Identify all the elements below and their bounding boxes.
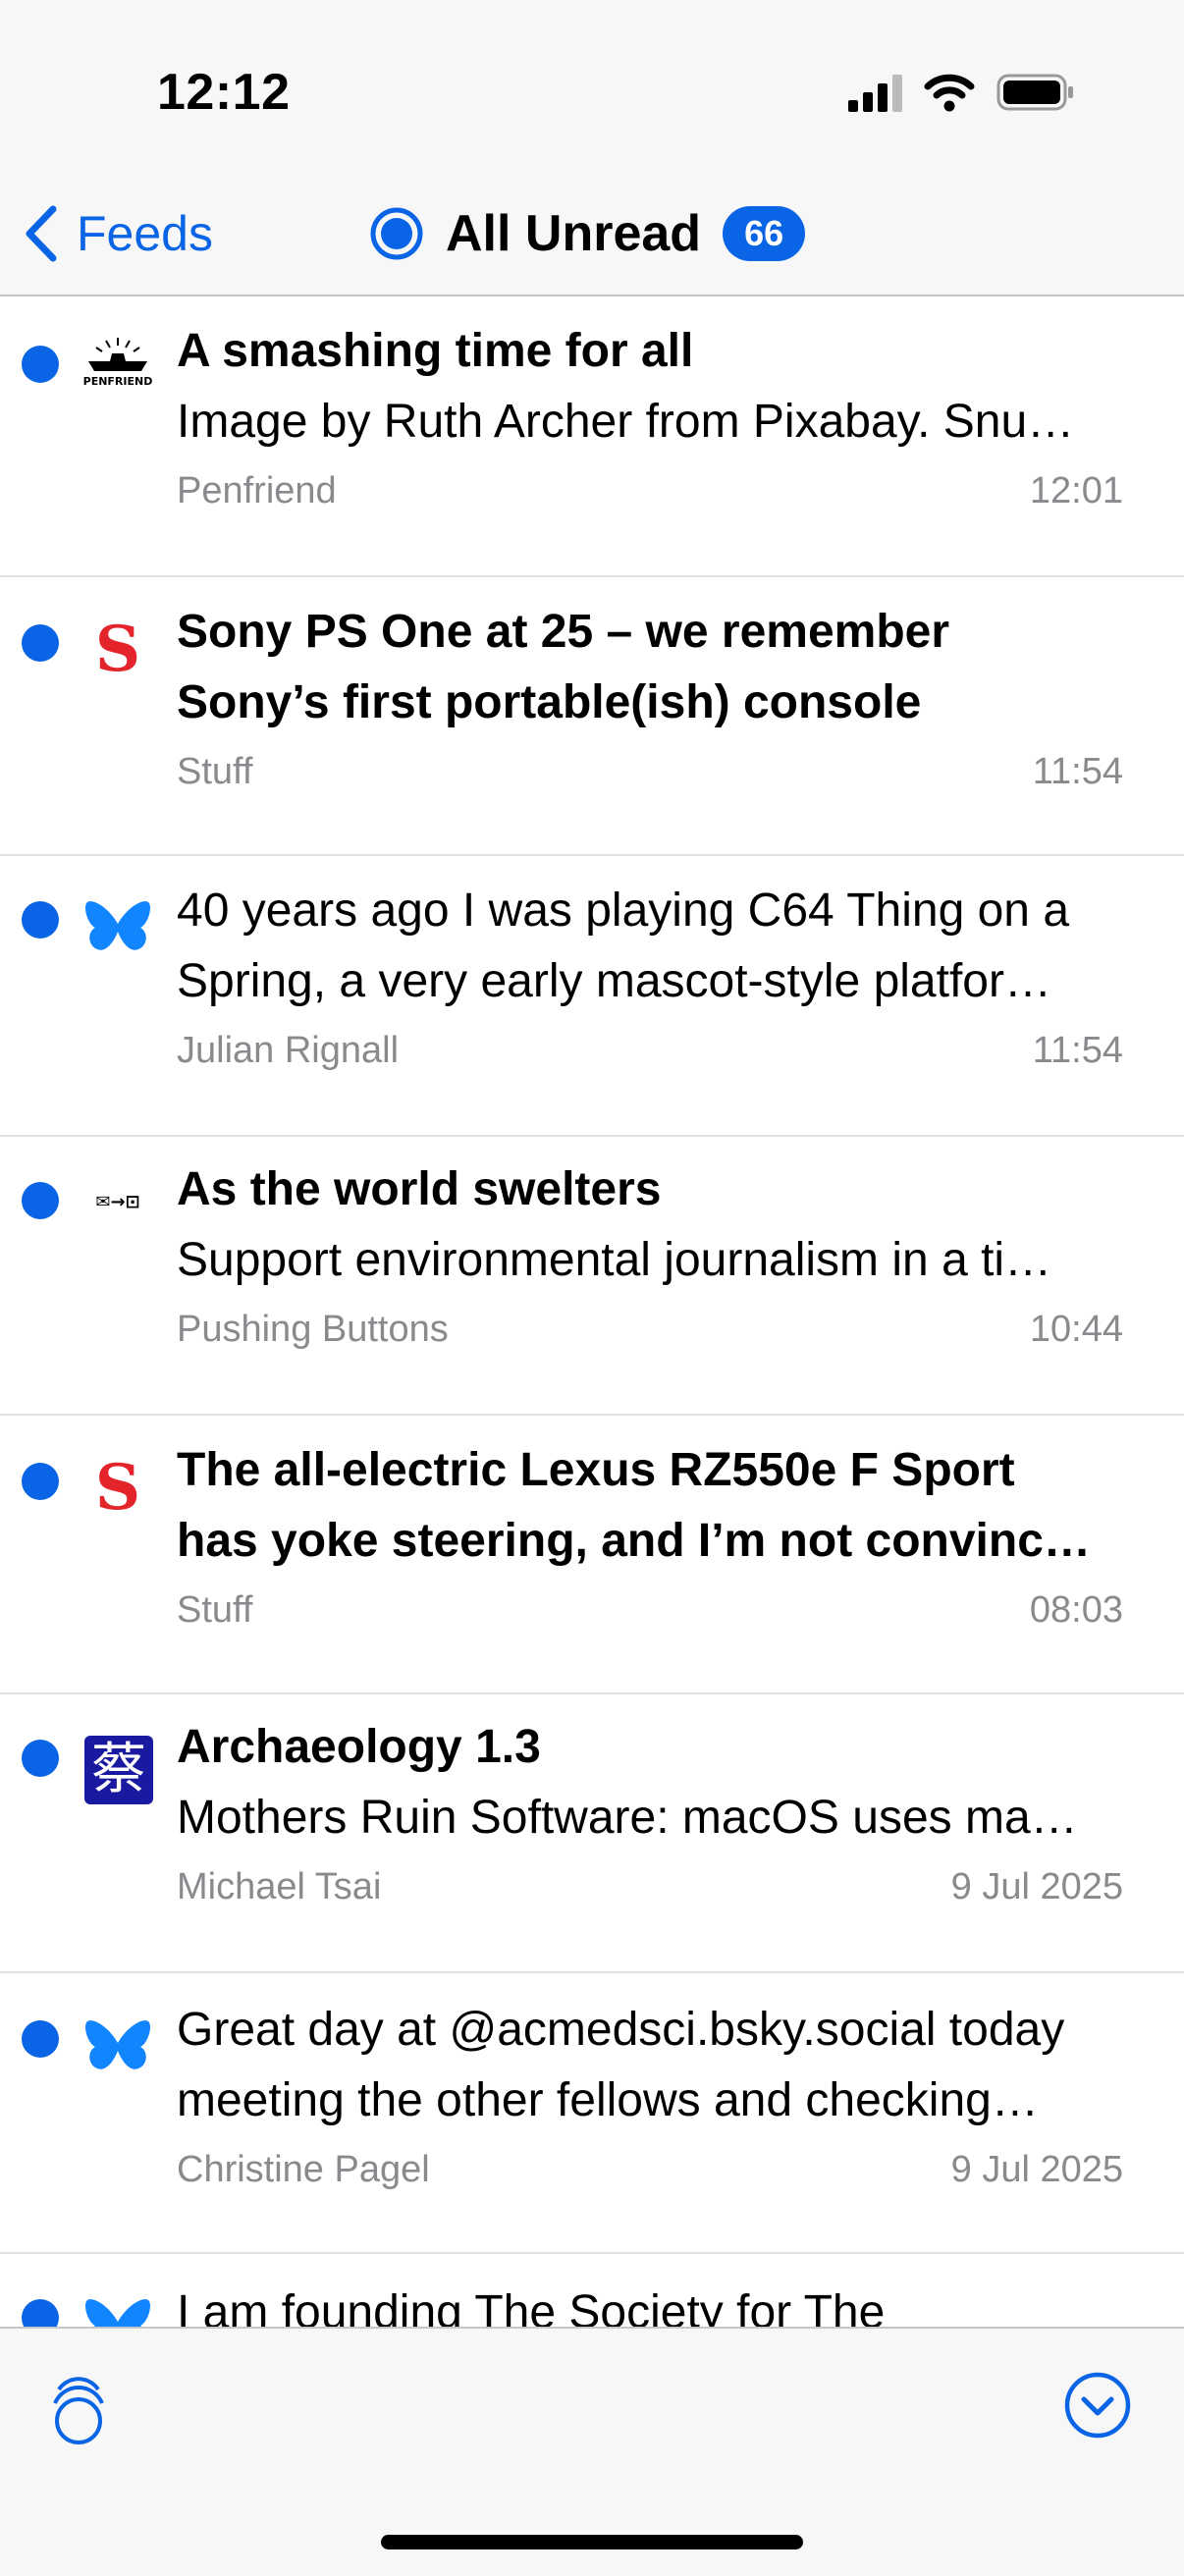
article-text: 40 years ago I was playing C64 Thing on …	[177, 876, 1123, 1078]
feed-name: Pushing Buttons	[177, 1309, 449, 1350]
all-unread-icon	[370, 207, 423, 260]
article-time: 08:03	[1029, 1589, 1123, 1631]
bluesky-butterfly-icon	[82, 891, 153, 962]
bluesky-butterfly-icon	[82, 2289, 153, 2327]
article-row[interactable]: S The all-electric Lexus RZ550e F Sport …	[0, 1416, 1184, 1694]
wifi-icon	[924, 74, 975, 112]
article-title-line-2: Sony’s first portable(ish) console	[177, 676, 922, 728]
article-summary: Image by Ruth Archer from Pixabay. Snu…	[177, 396, 1075, 448]
article-time: 12:01	[1029, 470, 1123, 511]
page-title: All Unread	[446, 205, 702, 262]
article-meta: Christine Pagel 9 Jul 2025	[177, 2142, 1123, 2197]
mark-all-read-icon	[53, 2377, 104, 2444]
stuff-logo-icon: S	[82, 615, 153, 685]
next-unread-button[interactable]	[1062, 2370, 1133, 2441]
article-meta: Stuff 11:54	[177, 744, 1123, 799]
status-icons	[848, 73, 1075, 112]
article-row[interactable]: 蔡 Archaeology 1.3 Mothers Ruin Software:…	[0, 1694, 1184, 1973]
article-row[interactable]: 40 years ago I was playing C64 Thing on …	[0, 856, 1184, 1137]
unread-dot	[22, 901, 59, 939]
article-title-line-1: Sony PS One at 25 – we remember	[177, 606, 950, 658]
article-row[interactable]: Great day at @acmedsci.bsky.social today…	[0, 1973, 1184, 2254]
article-meta: Julian Rignall 11:54	[177, 1023, 1123, 1078]
post-text-line-1: I am founding The Society for The	[177, 2286, 886, 2327]
battery-icon	[996, 74, 1073, 111]
article-row[interactable]: ✉→⊡ As the world swelters Support enviro…	[0, 1137, 1184, 1416]
article-text: The all-electric Lexus RZ550e F Sport ha…	[177, 1435, 1123, 1637]
post-text-line-2: meeting the other fellows and checking…	[177, 2074, 1039, 2126]
stuff-logo-icon: S	[82, 1453, 153, 1524]
status-bar: 12:12	[0, 0, 1184, 177]
back-button-label: Feeds	[77, 206, 213, 261]
michael-tsai-logo-glyph: 蔡	[91, 1738, 146, 1801]
nav-title-group: All Unread 66	[369, 198, 806, 269]
feed-name: Stuff	[177, 751, 253, 792]
article-title: A smashing time for all	[177, 325, 694, 377]
post-text-line-1: Great day at @acmedsci.bsky.social today	[177, 2004, 1065, 2056]
article-title-line-2: has yoke steering, and I’m not convinc…	[177, 1515, 1091, 1567]
unread-dot	[22, 1740, 59, 1777]
author-name: Christine Pagel	[177, 2149, 430, 2190]
post-text-line-2: Spring, a very early mascot-style platfo…	[177, 955, 1051, 1007]
article-text: Archaeology 1.3 Mothers Ruin Software: m…	[177, 1712, 1123, 1914]
article-summary: Mothers Ruin Software: macOS uses ma…	[177, 1792, 1078, 1844]
michael-tsai-logo-icon: 蔡	[84, 1736, 153, 1804]
article-meta: Stuff 08:03	[177, 1583, 1123, 1637]
article-text: I am founding The Society for The	[177, 2278, 1123, 2327]
article-time: 11:54	[1032, 1030, 1123, 1071]
feed-name: Penfriend	[177, 470, 337, 511]
unread-count-badge: 66	[723, 206, 806, 261]
feed-name: Michael Tsai	[177, 1866, 382, 1907]
article-title: As the world swelters	[177, 1163, 662, 1215]
home-indicator	[381, 2535, 803, 2549]
article-meta: Michael Tsai 9 Jul 2025	[177, 1859, 1123, 1914]
article-time: 11:54	[1032, 751, 1123, 792]
feed-name: Stuff	[177, 1589, 253, 1631]
article-text: A smashing time for all Image by Ruth Ar…	[177, 316, 1123, 518]
penfriend-logo-icon: PENFRIEND	[82, 326, 153, 397]
article-time: 9 Jul 2025	[950, 1866, 1123, 1907]
post-text-line-1: 40 years ago I was playing C64 Thing on …	[177, 885, 1070, 937]
pushing-buttons-logo-text: ✉→⊡	[95, 1191, 140, 1212]
cellular-signal-icon	[848, 73, 902, 112]
chevron-left-icon	[26, 205, 57, 262]
article-time: 9 Jul 2025	[950, 2149, 1123, 2190]
unread-dot	[22, 2299, 59, 2327]
article-meta: Penfriend 12:01	[177, 463, 1123, 518]
author-name: Julian Rignall	[177, 1030, 400, 1071]
article-summary: Support environmental journalism in a ti…	[177, 1234, 1052, 1286]
article-title: Archaeology 1.3	[177, 1721, 541, 1773]
status-time: 12:12	[157, 64, 291, 121]
article-title-line-1: The all-electric Lexus RZ550e F Sport	[177, 1444, 1015, 1496]
back-button[interactable]: Feeds	[24, 198, 213, 269]
article-row[interactable]: PENFRIEND A smashing time for all Image …	[0, 296, 1184, 577]
article-time: 10:44	[1029, 1309, 1123, 1350]
article-meta: Pushing Buttons 10:44	[177, 1302, 1123, 1357]
pushing-buttons-logo-icon: ✉→⊡	[82, 1166, 153, 1237]
next-unread-icon	[1064, 2372, 1131, 2439]
article-text: Great day at @acmedsci.bsky.social today…	[177, 1995, 1123, 2197]
article-row[interactable]: I am founding The Society for The	[0, 2254, 1184, 2327]
bluesky-butterfly-icon	[82, 2011, 153, 2081]
article-list: PENFRIEND A smashing time for all Image …	[0, 296, 1184, 2327]
unread-dot	[22, 1463, 59, 1500]
navigation-bar: Feeds All Unread 66	[0, 177, 1184, 296]
penfriend-logo-text: PENFRIEND	[83, 375, 153, 388]
article-text: As the world swelters Support environmen…	[177, 1154, 1123, 1357]
mark-all-read-button[interactable]	[39, 2364, 118, 2448]
stuff-logo-letter: S	[94, 613, 141, 686]
article-text: Sony PS One at 25 – we remember Sony’s f…	[177, 597, 1123, 799]
article-row[interactable]: S Sony PS One at 25 – we remember Sony’s…	[0, 577, 1184, 856]
unread-dot	[22, 624, 59, 662]
unread-dot	[22, 2020, 59, 2058]
unread-dot	[22, 1182, 59, 1219]
stuff-logo-letter: S	[94, 1451, 141, 1525]
unread-dot	[22, 346, 59, 383]
